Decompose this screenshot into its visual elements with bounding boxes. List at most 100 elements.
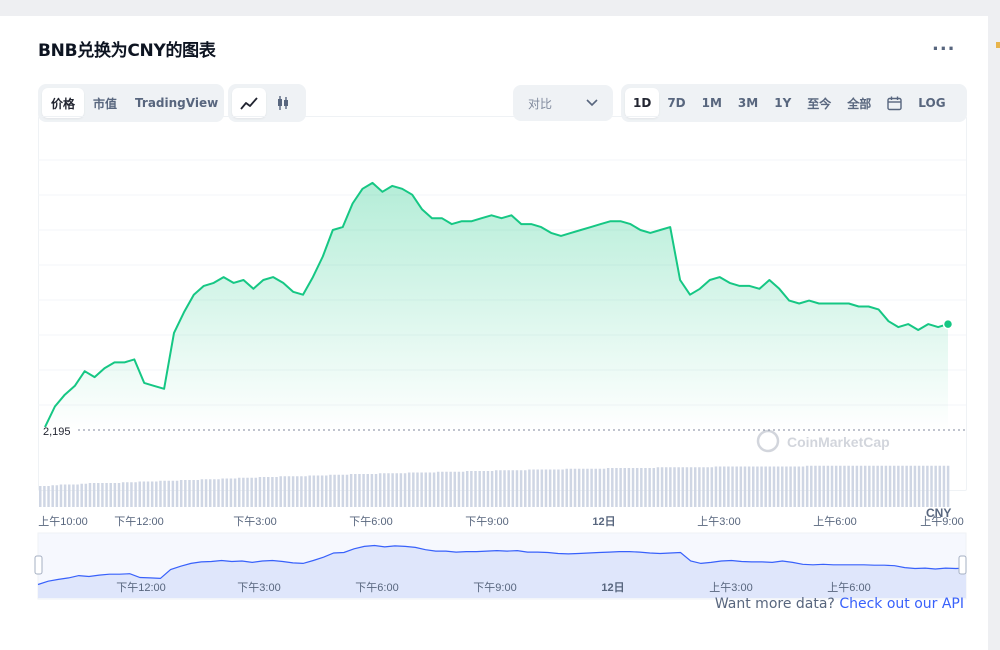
volume-bar bbox=[652, 468, 656, 507]
navigator-label: 下午9:00 bbox=[473, 581, 516, 594]
volume-bar bbox=[503, 470, 506, 507]
volume-bar bbox=[130, 482, 133, 507]
volume-bar bbox=[345, 474, 349, 507]
volume-bar bbox=[412, 472, 415, 507]
volume-bar bbox=[200, 479, 204, 507]
volume-bar bbox=[648, 468, 651, 507]
api-link[interactable]: Check out our API bbox=[839, 596, 964, 612]
volume-bar bbox=[863, 465, 867, 507]
volume-bar bbox=[171, 480, 175, 507]
volume-bar bbox=[383, 473, 386, 507]
volume-bar bbox=[126, 482, 129, 507]
volume-bar bbox=[548, 469, 552, 507]
volume-bar bbox=[142, 481, 146, 507]
volume-bar bbox=[391, 473, 394, 507]
volume-bar bbox=[55, 485, 59, 507]
volume-bar bbox=[254, 477, 258, 507]
volume-bar bbox=[358, 474, 361, 507]
volume-bar bbox=[723, 466, 726, 507]
volume-bar bbox=[814, 465, 817, 507]
volume-bar bbox=[399, 473, 403, 507]
volume-bar bbox=[843, 465, 846, 507]
volume-bar bbox=[565, 468, 568, 507]
volume-bar bbox=[635, 468, 639, 507]
volume-bar bbox=[785, 466, 788, 507]
volume-bar bbox=[868, 465, 871, 507]
volume-bar bbox=[872, 465, 875, 507]
volume-bar bbox=[627, 468, 631, 507]
volume-bar bbox=[486, 471, 490, 507]
x-axis-label: 下午12:00 bbox=[114, 515, 164, 528]
volume-bar bbox=[457, 471, 461, 507]
volume-bar bbox=[370, 474, 374, 507]
volume-bar bbox=[930, 465, 933, 507]
volume-bar bbox=[606, 468, 610, 507]
volume-bar bbox=[511, 470, 515, 507]
navigator-handle-right[interactable] bbox=[958, 555, 967, 575]
volume-bar bbox=[897, 465, 900, 507]
navigator-label: 12日 bbox=[601, 581, 624, 594]
volume-bar bbox=[267, 477, 270, 507]
volume-bar bbox=[855, 465, 859, 507]
volume-bar bbox=[702, 467, 705, 507]
last-price-dot[interactable] bbox=[942, 318, 954, 330]
volume-bar bbox=[822, 465, 825, 507]
volume-bar bbox=[333, 474, 336, 507]
volume-bar bbox=[101, 483, 104, 507]
baseline-label: 2,195 bbox=[43, 426, 71, 438]
volume-bar bbox=[577, 468, 581, 507]
volume-bar bbox=[329, 474, 332, 507]
volume-bar bbox=[839, 465, 842, 507]
volume-bar bbox=[743, 466, 747, 507]
volume-bar bbox=[441, 471, 444, 507]
volume-bar bbox=[449, 471, 452, 507]
volume-bar bbox=[876, 465, 879, 507]
volume-bar bbox=[615, 468, 618, 507]
volume-bar bbox=[196, 480, 200, 507]
volume-bar bbox=[623, 468, 626, 507]
volume-bar bbox=[428, 472, 432, 507]
volume-bar bbox=[482, 471, 486, 507]
navigator-handle-left[interactable] bbox=[34, 555, 43, 575]
volume-bar bbox=[250, 477, 253, 507]
volume-bar bbox=[619, 468, 622, 507]
volume-bar bbox=[275, 477, 278, 507]
volume-bar bbox=[693, 467, 697, 507]
volume-bar bbox=[573, 468, 577, 507]
volume-bar bbox=[698, 467, 701, 507]
volume-bar bbox=[105, 483, 108, 507]
x-axis-label: 上午6:00 bbox=[813, 515, 856, 528]
price-area bbox=[45, 182, 948, 430]
volume-bar bbox=[225, 478, 229, 507]
volume-bar bbox=[938, 465, 942, 507]
volume-bar bbox=[304, 476, 307, 507]
volume-bar bbox=[673, 467, 676, 507]
volume-bar bbox=[776, 466, 780, 507]
volume-bar bbox=[246, 477, 249, 507]
volume-bar bbox=[159, 480, 162, 507]
navigator-label: 下午12:00 bbox=[116, 581, 166, 594]
volume-bar bbox=[432, 472, 436, 507]
volume-bar bbox=[532, 469, 535, 507]
volume-bar bbox=[490, 471, 494, 507]
volume-bar bbox=[175, 480, 179, 507]
volume-bar bbox=[150, 481, 154, 507]
volume-bar bbox=[208, 479, 212, 507]
price-chart[interactable]: 2,195 CoinMarketCap 上午10:00 下午12:00 下午3:00… bbox=[0, 0, 1000, 650]
volume-bar bbox=[366, 474, 369, 507]
volume-bar bbox=[901, 465, 904, 507]
navigator-label: 上午3:00 bbox=[709, 581, 752, 594]
volume-bar bbox=[561, 469, 564, 507]
volume-bar bbox=[586, 468, 589, 507]
volume-bar bbox=[51, 485, 54, 507]
x-axis-label: 下午6:00 bbox=[349, 515, 392, 528]
volume-bar bbox=[909, 465, 913, 507]
volume-bar bbox=[598, 468, 602, 507]
volume-bar bbox=[378, 473, 382, 507]
volume-bar bbox=[714, 466, 718, 507]
volume-bar bbox=[113, 483, 117, 507]
volume-bar bbox=[515, 470, 519, 507]
volume-bar bbox=[880, 465, 884, 507]
volume-bar bbox=[669, 467, 672, 507]
volume-bar bbox=[582, 468, 585, 507]
